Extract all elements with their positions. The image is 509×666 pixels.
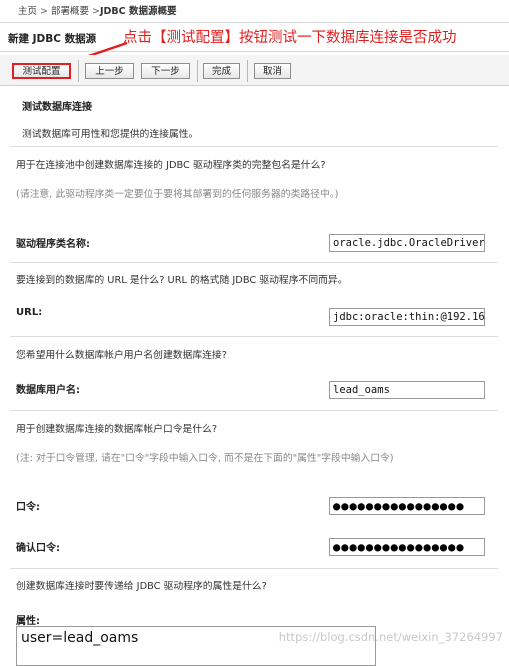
divider: [10, 146, 498, 147]
breadcrumb-summary[interactable]: 部署概要: [51, 6, 89, 17]
divider: [10, 262, 498, 263]
toolbar-separator: [247, 60, 248, 82]
driver-class-input[interactable]: oracle.jdbc.OracleDriver: [329, 234, 485, 252]
breadcrumb: 主页 > 部署概要 >JDBC 数据源概要: [18, 3, 176, 17]
toolbar: 测试配置 上一步 下一步 完成 取消: [0, 55, 509, 86]
test-config-button[interactable]: 测试配置: [12, 63, 71, 79]
breadcrumb-current: JDBC 数据源概要: [100, 6, 177, 17]
toolbar-separator: [197, 60, 198, 82]
driver-note: (请注意, 此驱动程序类一定要位于要将其部署到的任何服务器的类路径中。): [16, 189, 339, 200]
divider: [10, 568, 498, 569]
driver-label: 驱动程序类名称:: [16, 239, 90, 250]
properties-label: 属性:: [16, 616, 40, 627]
divider: [10, 410, 498, 411]
confirm-password-input[interactable]: ●●●●●●●●●●●●●●●●: [329, 538, 485, 556]
previous-button[interactable]: 上一步: [85, 63, 134, 79]
username-question: 您希望用什么数据库帐户用户名创建数据库连接?: [16, 350, 227, 361]
driver-question: 用于在连接池中创建数据库连接的 JDBC 驱动程序类的完整包名是什么?: [16, 160, 326, 171]
breadcrumb-home[interactable]: 主页: [18, 6, 37, 17]
toolbar-separator: [78, 60, 79, 82]
password-label: 口令:: [16, 502, 40, 513]
test-section-description: 测试数据库可用性和您提供的连接属性。: [22, 129, 199, 140]
password-note: (注: 对于口令管理, 请在"口令"字段中输入口令, 而不是在下面的"属性"字段…: [16, 453, 394, 464]
red-annotation-text: 点击【测试配置】按钮测试一下数据库连接是否成功: [123, 30, 457, 46]
watermark: https://blog.csdn.net/weixin_37264997: [278, 630, 503, 644]
breadcrumb-separator: >: [37, 6, 52, 17]
test-section-title: 测试数据库连接: [22, 102, 92, 113]
finish-button[interactable]: 完成: [203, 63, 240, 79]
url-question: 要连接到的数据库的 URL 是什么? URL 的格式随 JDBC 驱动程序不同而…: [16, 275, 348, 286]
password-question: 用于创建数据库连接的数据库帐户口令是什么?: [16, 424, 218, 435]
cancel-button[interactable]: 取消: [254, 63, 291, 79]
url-input[interactable]: jdbc:oracle:thin:@192.168: [329, 308, 485, 326]
confirm-password-label: 确认口令:: [16, 543, 60, 554]
properties-question: 创建数据库连接时要传递给 JDBC 驱动程序的属性是什么?: [16, 581, 267, 592]
divider: [10, 336, 498, 337]
breadcrumb-separator: >: [89, 6, 101, 17]
url-label: URL:: [16, 307, 43, 318]
next-button[interactable]: 下一步: [141, 63, 190, 79]
password-input[interactable]: ●●●●●●●●●●●●●●●●: [329, 497, 485, 515]
username-label: 数据库用户名:: [16, 385, 80, 396]
username-input[interactable]: lead_oams: [329, 381, 485, 399]
